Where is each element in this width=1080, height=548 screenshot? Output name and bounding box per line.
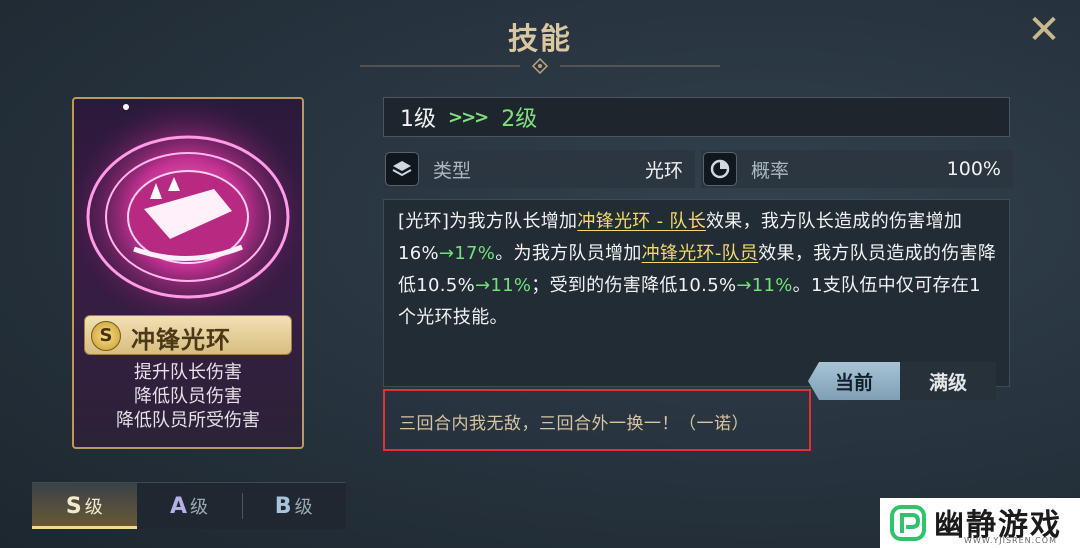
effect-link-member[interactable]: 冲锋光环-队员 [642,243,759,264]
stat-label: 类型 [433,159,472,182]
close-icon[interactable]: ✕ [1024,10,1064,50]
watermark: 幽静游戏 WWW.YJISREN.COM [880,498,1080,548]
description-text: [光环]为我方队长增加冲锋光环 - 队长效果，我方队长造成的伤害增加16%→17… [398,206,998,334]
stat-value: 光环 [644,159,683,182]
tab-suffix: 级 [84,497,103,518]
page-title: 技能 [508,22,572,57]
effect-line: 提升队长伤害 [134,362,242,383]
effect-line: 降低队员所受伤害 [116,410,260,431]
stat-label: 概率 [751,159,790,182]
skill-effects: 提升队长伤害 降低队员伤害 降低队员所受伤害 [74,361,302,433]
level-arrows-icon: >>> [448,106,489,128]
skill-description: [光环]为我方队长增加冲锋光环 - 队长效果，我方队长造成的伤害增加16%→17… [383,199,1010,387]
tab-letter: A [169,493,188,519]
rank-badge: S [91,321,121,351]
tab-b-rank[interactable]: B 级 [241,483,346,529]
tab-suffix: 级 [190,497,209,518]
level-toggle: 当前 满级 [808,362,996,400]
skill-card: S 冲锋光环 提升队长伤害 降低队员伤害 降低队员所受伤害 [72,97,304,449]
magic-circle-horn-icon [74,99,302,319]
current-level: 1级 [400,107,436,132]
tab-letter: S [65,493,82,519]
quote-box: 三回合内我无敌，三回合外一换一！（一诺） [383,389,811,451]
next-level: 2级 [501,107,538,132]
effect-line: 降低队员伤害 [134,386,242,407]
level-bar: 1级 >>> 2级 [383,97,1010,137]
tab-a-rank[interactable]: A 级 [137,483,242,529]
upgrade-value: →11% [474,275,532,296]
tab-divider [242,493,243,519]
pie-chart-icon [703,152,737,186]
max-level-button[interactable]: 满级 [900,362,996,400]
desc-text: [光环]为我方队长增加 [398,211,578,232]
layers-icon [385,152,419,186]
tab-suffix: 级 [294,497,313,518]
current-level-button[interactable]: 当前 [808,362,900,400]
title-ornament [360,58,720,74]
upgrade-value: →11% [736,275,793,296]
site-logo-icon [890,505,926,541]
tab-letter: B [274,493,292,519]
skill-name: 冲锋光环 [131,326,231,354]
tab-s-rank[interactable]: S 级 [32,483,137,529]
desc-text: ；受到的伤害降低10.5% [531,275,737,296]
stat-rate: 概率 100% [701,150,1013,188]
skill-name-bar: S 冲锋光环 [84,315,292,355]
stat-type: 类型 光环 [383,150,695,188]
watermark-url: WWW.YJISREN.COM [964,536,1057,545]
upgrade-value: →17% [438,243,496,264]
rank-tabs: S 级 A 级 B 级 [32,482,346,529]
quote-text: 三回合内我无敌，三回合外一换一！（一诺） [399,414,749,434]
effect-link-leader[interactable]: 冲锋光环 - 队长 [577,211,706,232]
desc-text: 。为我方队员增加 [495,243,642,264]
stat-value: 100% [946,158,1001,180]
